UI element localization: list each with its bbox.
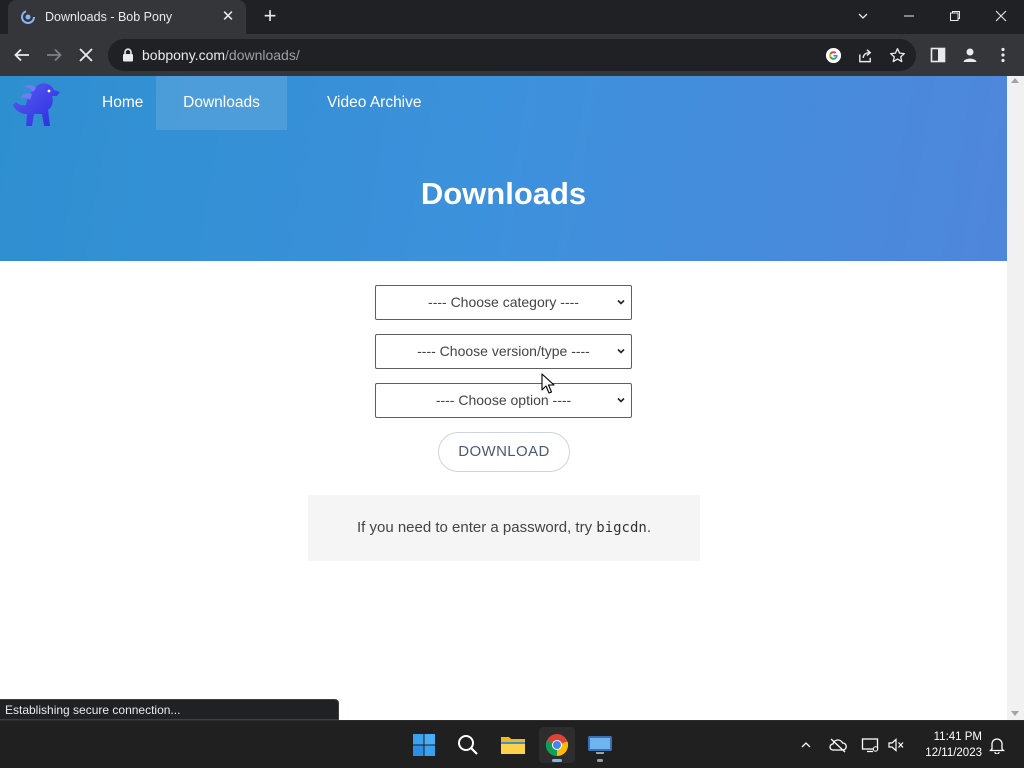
terminal-monitor-icon	[588, 736, 612, 754]
loading-favicon-icon	[20, 9, 36, 25]
scroll-up-arrow-icon[interactable]	[1011, 78, 1019, 83]
download-button[interactable]: DOWNLOAD	[438, 432, 570, 472]
chevron-up-icon[interactable]	[796, 735, 816, 755]
nav-link-downloads[interactable]: Downloads	[156, 76, 287, 130]
url-path: /downloads/	[225, 47, 300, 63]
start-button[interactable]	[406, 727, 442, 763]
clock-date: 12/11/2023	[925, 747, 982, 759]
profile-avatar-icon[interactable]	[958, 43, 982, 67]
category-select[interactable]: ---- Choose category ----	[375, 285, 632, 320]
bookmark-star-icon[interactable]	[888, 46, 906, 64]
browser-tab[interactable]: Downloads - Bob Pony ✕	[8, 0, 246, 34]
page-title: Downloads	[420, 176, 587, 211]
share-icon[interactable]	[856, 46, 874, 64]
forward-arrow-icon[interactable]	[42, 43, 66, 67]
version-select-value: ---- Choose version/type ----	[417, 343, 590, 359]
password-hint-suffix: .	[646, 519, 652, 536]
search-icon	[458, 735, 478, 755]
tab-strip: Downloads - Bob Pony ✕ +	[0, 0, 1024, 34]
address-bar[interactable]: bobpony.com/downloads/	[108, 39, 916, 71]
chevron-down-icon	[617, 299, 625, 305]
folder-icon	[501, 737, 525, 754]
nav-link-home[interactable]: Home	[82, 76, 163, 130]
system-clock[interactable]: 11:41 PM 12/11/2023	[914, 729, 982, 761]
new-tab-button[interactable]: +	[258, 5, 282, 28]
chrome-icon	[545, 734, 569, 757]
close-window-icon[interactable]	[978, 0, 1024, 32]
side-panel-icon[interactable]	[926, 43, 950, 67]
volume-muted-icon[interactable]	[886, 735, 906, 755]
site-navigation: Home Downloads Video Archive	[0, 76, 1007, 130]
page-scrollbar[interactable]	[1007, 76, 1024, 720]
remote-desktop-button[interactable]	[582, 727, 618, 763]
tab-search-icon[interactable]	[840, 0, 886, 32]
minimize-icon[interactable]	[886, 0, 932, 32]
notification-bell-icon[interactable]	[987, 735, 1007, 755]
chevron-down-icon	[617, 397, 625, 403]
clock-time: 11:41 PM	[933, 731, 982, 743]
password-hint: If you need to enter a password, try big…	[308, 495, 700, 561]
chevron-down-icon	[617, 348, 625, 354]
windows-logo-icon	[413, 734, 435, 756]
mouse-cursor-icon	[541, 373, 555, 394]
menu-kebab-icon[interactable]	[991, 43, 1015, 67]
bob-pony-logo-icon[interactable]	[10, 80, 64, 130]
category-select-value: ---- Choose category ----	[428, 294, 579, 310]
scroll-down-arrow-icon[interactable]	[1011, 711, 1019, 716]
password-hint-text: If you need to enter a password, try	[356, 519, 597, 536]
url-text: bobpony.com/downloads/	[142, 39, 300, 71]
url-host: bobpony.com	[142, 47, 226, 63]
running-app-indicator	[597, 759, 603, 762]
status-bubble: Establishing secure connection...	[0, 699, 339, 720]
active-app-indicator	[552, 759, 562, 762]
search-button[interactable]	[450, 727, 486, 763]
display-icon[interactable]	[860, 735, 880, 755]
tab-title: Downloads - Bob Pony	[45, 10, 173, 24]
nav-link-video-archive[interactable]: Video Archive	[307, 76, 442, 130]
version-type-select[interactable]: ---- Choose version/type ----	[375, 334, 632, 369]
onedrive-offline-icon[interactable]	[828, 735, 848, 755]
file-explorer-button[interactable]	[495, 727, 531, 763]
hero-banner: Home Downloads Video Archive Downloads	[0, 76, 1007, 261]
page-viewport: Home Downloads Video Archive Downloads -…	[0, 76, 1007, 720]
stop-loading-icon[interactable]	[74, 43, 98, 67]
lock-icon[interactable]	[120, 47, 136, 63]
restore-icon[interactable]	[932, 0, 978, 32]
chrome-taskbar-button[interactable]	[539, 727, 575, 763]
back-arrow-icon[interactable]	[10, 43, 34, 67]
option-select[interactable]: ---- Choose option ----	[375, 383, 632, 418]
password-code: bigcdn	[596, 520, 647, 536]
taskbar: 11:41 PM 12/11/2023	[0, 720, 1024, 768]
google-lens-icon[interactable]	[824, 46, 842, 64]
tab-close-icon[interactable]: ✕	[220, 9, 236, 25]
